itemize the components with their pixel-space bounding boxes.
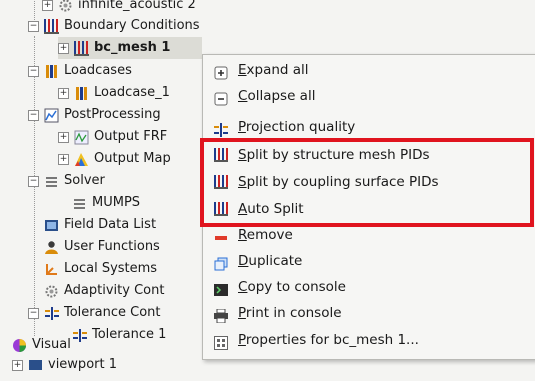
collapse-toggle[interactable]: − bbox=[28, 109, 39, 121]
loadcases-icon bbox=[44, 64, 59, 79]
tree-item-adaptivity[interactable]: Adaptivity Cont bbox=[44, 280, 164, 302]
gear-icon bbox=[58, 0, 73, 13]
expand-toggle[interactable]: + bbox=[58, 42, 69, 54]
menu-item-projection-quality[interactable]: Projection quality bbox=[203, 114, 535, 140]
expand-toggle[interactable]: + bbox=[58, 153, 69, 165]
menu-item-split-structure[interactable]: Split by structure mesh PIDs bbox=[203, 142, 535, 168]
tree-item-label: User Functions bbox=[64, 239, 160, 254]
tree-item-label: PostProcessing bbox=[64, 107, 161, 122]
tree-item-label: Tolerance 1 bbox=[92, 327, 167, 342]
tree-item-label: Output FRF bbox=[94, 129, 168, 144]
split-icon bbox=[214, 202, 228, 216]
tree-item-tolerance[interactable]: Tolerance 1 bbox=[72, 324, 166, 346]
tree-item-label: Field Data List bbox=[64, 217, 157, 232]
expand-toggle[interactable]: + bbox=[58, 87, 69, 99]
axes-icon bbox=[44, 262, 59, 277]
console-icon bbox=[214, 280, 228, 296]
solver-icon bbox=[44, 174, 59, 189]
menu-item-duplicate[interactable]: Duplicate bbox=[203, 248, 535, 274]
gear-icon bbox=[44, 284, 59, 299]
collapse-icon bbox=[214, 89, 228, 106]
tree-item-label: viewport 1 bbox=[48, 357, 117, 372]
boundary-conditions-icon bbox=[44, 18, 59, 34]
tree-item-local-systems[interactable]: Local Systems bbox=[44, 258, 157, 280]
frf-icon bbox=[74, 130, 89, 145]
duplicate-icon bbox=[214, 254, 228, 271]
tree-item-visual[interactable]: Visual bbox=[12, 334, 71, 356]
menu-item-collapse-all[interactable]: Collapse all bbox=[203, 83, 535, 109]
chart-icon bbox=[44, 108, 59, 123]
viewport-icon bbox=[28, 358, 43, 373]
field-data-icon bbox=[44, 218, 59, 233]
collapse-toggle[interactable]: − bbox=[28, 20, 39, 32]
collapse-toggle[interactable]: − bbox=[28, 175, 39, 187]
tree-item-mumps[interactable]: MUMPS bbox=[72, 192, 140, 214]
tree-item-label: Tolerance Cont bbox=[64, 305, 161, 320]
solver-icon bbox=[72, 196, 87, 211]
expand-icon bbox=[214, 63, 228, 80]
menu-item-copy-console[interactable]: Copy to console bbox=[203, 274, 535, 300]
context-menu: Expand all Collapse all Projection quali… bbox=[202, 54, 535, 360]
menu-item-auto-split[interactable]: Auto Split bbox=[203, 196, 535, 222]
user-icon bbox=[44, 240, 59, 255]
menu-item-remove[interactable]: Remove bbox=[203, 222, 535, 248]
expand-toggle[interactable]: + bbox=[12, 359, 23, 371]
tree-item-tolerance-cont[interactable]: − Tolerance Cont bbox=[28, 302, 161, 324]
properties-icon bbox=[214, 333, 228, 350]
tree-item-loadcases[interactable]: − Loadcases bbox=[28, 60, 132, 82]
split-icon bbox=[214, 175, 228, 189]
projection-quality-icon bbox=[214, 120, 228, 137]
tree-item-infinite-acoustic[interactable]: + infinite_acoustic 2 bbox=[42, 0, 196, 16]
print-icon bbox=[214, 306, 228, 324]
expand-toggle[interactable]: + bbox=[58, 131, 69, 143]
tree-item-bc-mesh[interactable]: + bc_mesh 1 bbox=[58, 37, 202, 59]
tree-item-label: infinite_acoustic 2 bbox=[78, 0, 196, 12]
menu-item-properties[interactable]: Properties for bc_mesh 1... bbox=[203, 327, 535, 353]
tree-item-label: Local Systems bbox=[64, 261, 158, 276]
remove-icon bbox=[214, 228, 228, 242]
split-icon bbox=[214, 148, 228, 162]
tree-item-label: bc_mesh 1 bbox=[94, 40, 171, 55]
collapse-toggle[interactable]: − bbox=[28, 65, 39, 77]
bc-mesh-icon bbox=[74, 40, 89, 56]
tree-item-boundary-conditions[interactable]: − Boundary Conditions bbox=[28, 15, 200, 37]
map-icon bbox=[74, 152, 89, 167]
tree-item-label: Output Map bbox=[94, 151, 171, 166]
loadcase-icon bbox=[74, 86, 89, 101]
tree-item-solver[interactable]: − Solver bbox=[28, 170, 105, 192]
tree-item-label: Loadcases bbox=[64, 63, 132, 78]
menu-item-expand-all[interactable]: Expand all bbox=[203, 57, 535, 83]
tree-item-output-map[interactable]: + Output Map bbox=[58, 148, 171, 170]
tolerance-icon bbox=[44, 306, 59, 321]
menu-item-split-coupling[interactable]: Split by coupling surface PIDs bbox=[203, 169, 535, 195]
expand-toggle[interactable]: + bbox=[42, 0, 53, 11]
tree-item-user-functions[interactable]: User Functions bbox=[44, 236, 160, 258]
menu-item-print-console[interactable]: Print in console bbox=[203, 300, 535, 326]
tolerance-icon bbox=[72, 328, 87, 343]
tree-item-label: Visual bbox=[32, 337, 71, 352]
tree-item-label: MUMPS bbox=[92, 195, 141, 210]
collapse-toggle[interactable]: − bbox=[28, 307, 39, 319]
tree-item-field-data[interactable]: Field Data List bbox=[44, 214, 156, 236]
tree-item-postprocessing[interactable]: − PostProcessing bbox=[28, 104, 161, 126]
visual-icon bbox=[12, 338, 27, 353]
tree-item-label: Solver bbox=[64, 173, 105, 188]
tree-item-label: Boundary Conditions bbox=[64, 18, 200, 33]
tree-item-label: Loadcase_1 bbox=[94, 85, 170, 100]
tree-item-viewport[interactable]: + viewport 1 bbox=[12, 354, 117, 376]
tree-item-label: Adaptivity Cont bbox=[64, 283, 165, 298]
tree-item-output-frf[interactable]: + Output FRF bbox=[58, 126, 167, 148]
tree-item-loadcase[interactable]: + Loadcase_1 bbox=[58, 82, 170, 104]
